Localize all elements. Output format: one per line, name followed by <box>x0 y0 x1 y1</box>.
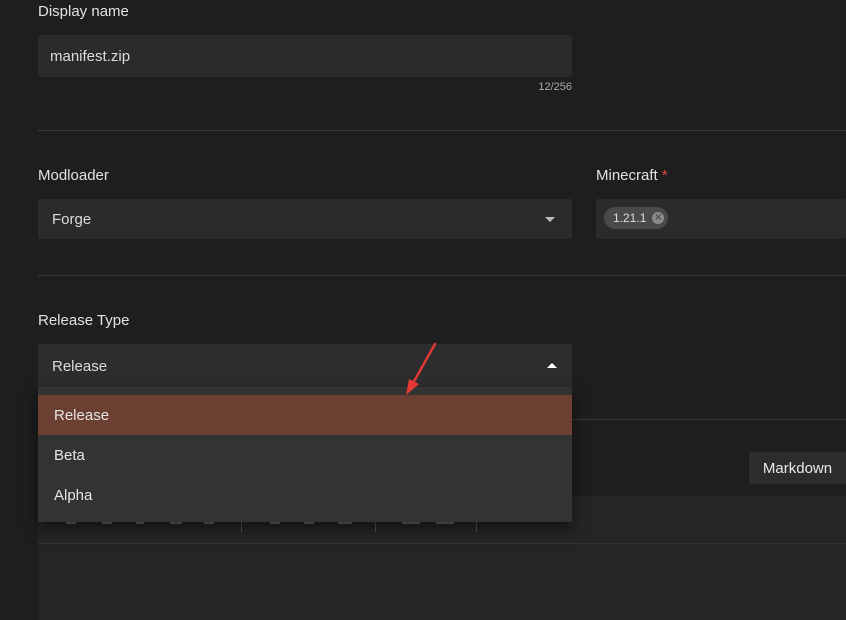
display-name-label: Display name <box>38 3 129 20</box>
release-type-value: Release <box>52 358 108 375</box>
modloader-value: Forge <box>52 211 92 228</box>
section-divider <box>572 419 846 420</box>
option-alpha[interactable]: Alpha <box>38 475 572 515</box>
version-chip-label: 1.21.1 <box>613 211 647 225</box>
modloader-label: Modloader <box>38 167 109 184</box>
display-name-value: manifest.zip <box>50 48 131 65</box>
release-type-label: Release Type <box>38 312 130 329</box>
character-counter: 12/256 <box>538 81 572 93</box>
minecraft-label: Minecraft * <box>596 167 668 184</box>
minecraft-label-text: Minecraft <box>596 167 658 184</box>
release-type-menu: Release Beta Alpha <box>38 387 572 522</box>
chevron-down-icon <box>545 217 555 222</box>
release-type-select[interactable]: Release <box>38 344 572 387</box>
version-chip: 1.21.1 × <box>604 207 669 229</box>
display-name-input[interactable]: manifest.zip <box>38 35 572 77</box>
option-release[interactable]: Release <box>38 395 572 435</box>
markdown-button[interactable]: Markdown <box>749 452 846 484</box>
minecraft-version-multiselect[interactable]: 1.21.1 × <box>596 199 846 239</box>
section-divider <box>38 275 846 276</box>
section-divider <box>38 130 846 131</box>
chevron-up-icon <box>547 363 557 368</box>
annotation-arrow-icon <box>406 342 437 395</box>
remove-chip-icon[interactable]: × <box>652 212 665 224</box>
option-beta[interactable]: Beta <box>38 435 572 475</box>
modloader-select[interactable]: Forge <box>38 199 572 239</box>
required-mark: * <box>661 167 668 184</box>
